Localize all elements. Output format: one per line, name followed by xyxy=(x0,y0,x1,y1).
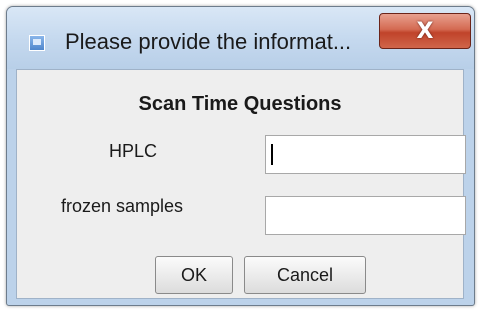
close-button[interactable]: X xyxy=(379,13,471,49)
dialog-heading: Scan Time Questions xyxy=(138,93,342,115)
dialog-window: Please provide the informat... X Scan Ti… xyxy=(6,6,475,306)
hplc-label: HPLC xyxy=(109,141,158,161)
frozen-samples-label: frozen samples xyxy=(61,196,184,216)
cancel-button[interactable]: Cancel xyxy=(244,256,366,294)
ok-button[interactable]: OK xyxy=(155,256,233,294)
hplc-input[interactable] xyxy=(265,135,466,174)
window-title: Please provide the informat... xyxy=(65,29,352,54)
title-bar[interactable]: Please provide the informat... X xyxy=(7,7,474,69)
close-icon: X xyxy=(416,18,434,44)
java-app-icon xyxy=(29,35,45,51)
frozen-samples-input[interactable] xyxy=(265,196,466,235)
dialog-content: Scan Time Questions HPLC frozen samples … xyxy=(16,69,466,299)
text-cursor xyxy=(271,144,273,165)
